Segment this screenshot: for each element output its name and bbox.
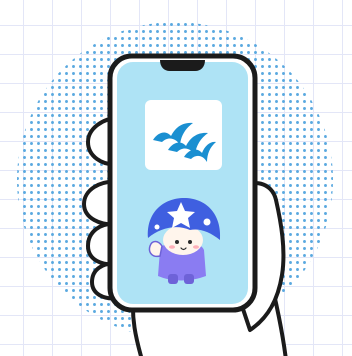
app-icon-tile[interactable] <box>145 100 222 170</box>
mascot-blush <box>169 245 175 249</box>
phone-in-hand-illustration <box>17 22 333 356</box>
phone-notch <box>160 60 205 71</box>
cap-spot <box>203 218 211 226</box>
mascot-eye-left <box>175 240 179 244</box>
mascot-leg-left <box>168 274 178 284</box>
mascot-leg-right <box>184 274 194 284</box>
illustration-scene <box>0 0 352 356</box>
cap-spot <box>154 224 160 230</box>
mascot-arm <box>148 240 163 258</box>
mascot-eye-right <box>188 240 192 244</box>
mascot-blush <box>193 245 199 249</box>
